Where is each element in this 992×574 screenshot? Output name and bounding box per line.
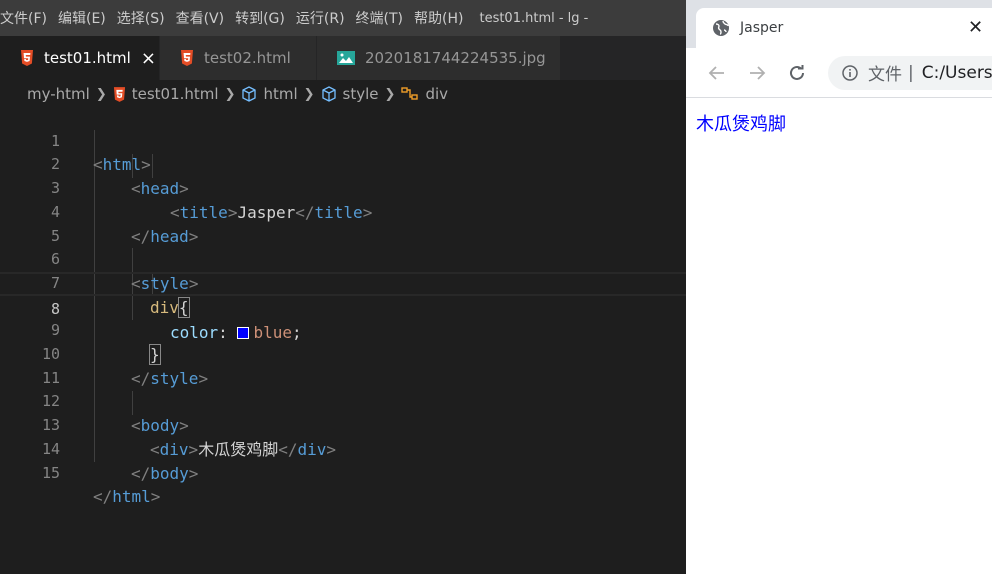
page-div-text: 木瓜煲鸡脚 bbox=[696, 114, 786, 135]
tab-image[interactable]: 2020181744224535.jpg bbox=[317, 36, 561, 80]
reload-icon[interactable] bbox=[782, 64, 812, 82]
menu-run[interactable]: 运行(R) bbox=[296, 8, 353, 28]
code-line: 6 <style> bbox=[0, 225, 686, 293]
code-line: 1 <html> bbox=[0, 106, 686, 175]
tab-label: 2020181744224535.jpg bbox=[365, 49, 546, 67]
info-icon[interactable] bbox=[842, 64, 858, 81]
tab-label: test01.html bbox=[44, 49, 131, 67]
browser-tab[interactable]: Jasper ✕ bbox=[696, 8, 992, 48]
menu-view[interactable]: 查看(V) bbox=[176, 8, 233, 28]
cube-icon bbox=[321, 86, 337, 102]
tab-test02[interactable]: test02.html bbox=[160, 36, 317, 80]
menubar: 文件(F) 编辑(E) 选择(S) 查看(V) 转到(G) 运行(R) 终端(T… bbox=[0, 0, 686, 36]
breadcrumb-symbol-div[interactable]: div bbox=[425, 85, 448, 103]
browser-tab-title: Jasper bbox=[740, 20, 784, 36]
code-line: 9 } bbox=[0, 296, 686, 365]
globe-icon bbox=[712, 19, 730, 37]
code-line: 15 </html> bbox=[0, 438, 686, 507]
menu-selection[interactable]: 选择(S) bbox=[117, 8, 173, 28]
code-line: 14 </body> bbox=[0, 414, 686, 483]
code-line: 10 </style> bbox=[0, 319, 686, 388]
code-line: 13 <div>木瓜煲鸡脚</div> bbox=[0, 390, 686, 459]
address-separator: | bbox=[908, 62, 914, 83]
tab-label: test02.html bbox=[204, 49, 291, 67]
forward-arrow-icon[interactable] bbox=[742, 64, 772, 82]
close-icon[interactable]: × bbox=[141, 48, 156, 69]
line-number: 15 bbox=[41, 463, 60, 482]
menu-terminal[interactable]: 终端(T) bbox=[356, 8, 411, 28]
code-line: 11 bbox=[0, 343, 686, 387]
address-url: C:/Users/ bbox=[921, 62, 992, 83]
tab-test01[interactable]: test01.html × bbox=[0, 36, 160, 80]
chevron-right-icon: ❯ bbox=[224, 86, 236, 102]
window-title: test01.html - lg - bbox=[479, 10, 589, 26]
rendered-page: 木瓜煲鸡脚 bbox=[686, 98, 992, 136]
editor-tabbar: test01.html × test02.html 20201817442245… bbox=[0, 36, 686, 80]
back-arrow-icon[interactable] bbox=[702, 64, 732, 82]
chevron-right-icon: ❯ bbox=[384, 86, 396, 102]
menu-edit[interactable]: 编辑(E) bbox=[58, 8, 114, 28]
html5-icon bbox=[180, 50, 194, 66]
vscode-window: 文件(F) 编辑(E) 选择(S) 查看(V) 转到(G) 运行(R) 终端(T… bbox=[0, 0, 686, 574]
html5-icon bbox=[20, 50, 34, 66]
breadcrumb-symbol-style[interactable]: style bbox=[343, 85, 379, 103]
code-line: 4 </head> bbox=[0, 177, 686, 246]
browser-tabstrip: Jasper ✕ bbox=[686, 0, 992, 48]
menu-help[interactable]: 帮助(H) bbox=[414, 8, 471, 28]
address-scheme-label: 文件 bbox=[868, 65, 902, 85]
breadcrumb-folder[interactable]: my-html bbox=[27, 85, 90, 103]
code-line: 12 <body> bbox=[0, 367, 686, 435]
html5-icon bbox=[113, 86, 126, 102]
class-icon bbox=[401, 86, 419, 102]
image-icon bbox=[337, 51, 355, 65]
cube-icon bbox=[241, 86, 257, 102]
menu-go[interactable]: 转到(G) bbox=[235, 8, 293, 28]
breadcrumb: my-html ❯ test01.html ❯ html ❯ style ❯ d… bbox=[0, 80, 686, 108]
code-line: 5 bbox=[0, 201, 686, 245]
code-line-current: 8 color: blue; bbox=[0, 271, 686, 342]
breadcrumb-symbol-html[interactable]: html bbox=[263, 85, 297, 103]
code-line: 3 <title>Jasper</title> bbox=[0, 153, 686, 222]
close-icon[interactable]: ✕ bbox=[968, 17, 983, 38]
code-line: 2 <head> bbox=[0, 130, 686, 198]
browser-window: Jasper ✕ 文件 | C:/Users/ 木瓜煲鸡脚 bbox=[686, 0, 992, 574]
code-editor[interactable]: 1 <html> 2 <head> 3 <title>Jasper</title… bbox=[0, 106, 686, 574]
breadcrumb-file[interactable]: test01.html bbox=[132, 85, 219, 103]
address-bar[interactable]: 文件 | C:/Users/ bbox=[828, 55, 992, 90]
chevron-right-icon: ❯ bbox=[95, 86, 107, 102]
menu-file[interactable]: 文件(F) bbox=[0, 8, 55, 28]
browser-toolbar: 文件 | C:/Users/ bbox=[686, 48, 992, 98]
code-line: 7 div{ bbox=[0, 248, 686, 318]
chevron-right-icon: ❯ bbox=[303, 86, 315, 102]
